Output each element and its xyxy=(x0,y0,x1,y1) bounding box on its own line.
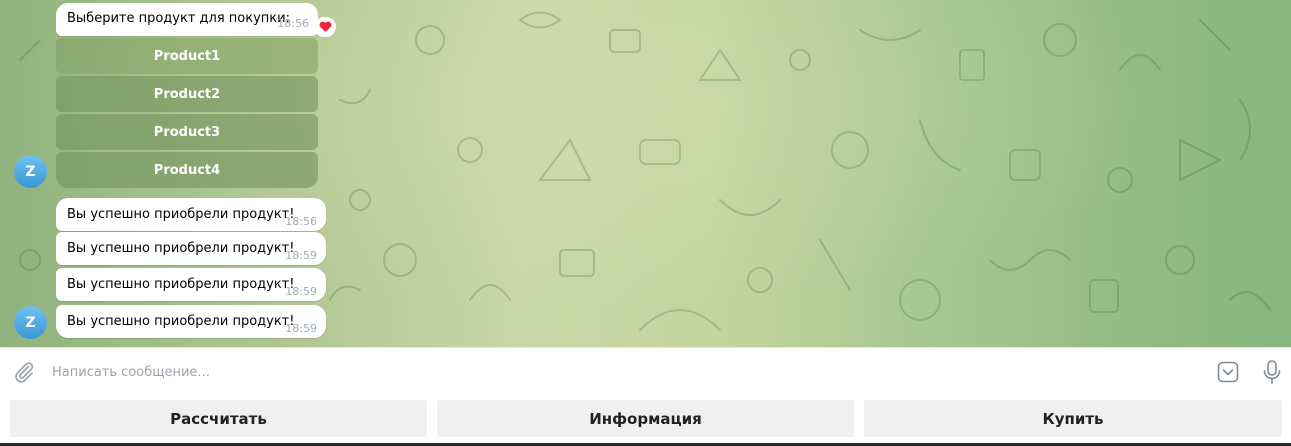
keyboard-button-info[interactable]: Информация xyxy=(437,400,854,437)
message-input[interactable] xyxy=(50,358,1194,386)
keyboard-button-buy[interactable]: Купить xyxy=(864,400,1282,437)
inline-button-product2[interactable]: Product2 xyxy=(56,76,318,112)
heart-icon xyxy=(319,21,331,32)
avatar[interactable]: Z xyxy=(14,155,47,188)
message-bubble: Вы успешно приобрели продукт! 18:59 xyxy=(56,305,326,338)
inline-button-product1[interactable]: Product1 xyxy=(56,38,318,74)
message-bubble: Вы успешно приобрели продукт! 18:56 xyxy=(56,198,326,231)
message-text: Вы успешно приобрели продукт! xyxy=(67,314,295,329)
message-bubble: Вы успешно приобрели продукт! 18:59 xyxy=(56,268,326,301)
chat-area: Выберите продукт для покупки: 18:56 Prod… xyxy=(0,0,1291,347)
message-text: Вы успешно приобрели продукт! xyxy=(67,207,295,222)
message-time: 18:59 xyxy=(285,249,317,262)
microphone-icon[interactable] xyxy=(1260,359,1284,385)
keyboard-toggle-icon[interactable] xyxy=(1216,360,1240,384)
message-composer xyxy=(0,347,1291,394)
inline-button-product4[interactable]: Product4 xyxy=(56,152,318,188)
reply-keyboard: Рассчитать Информация Купить xyxy=(0,394,1291,446)
message-text: Вы успешно приобрели продукт! xyxy=(67,277,295,292)
message-time: 18:56 xyxy=(277,17,309,30)
keyboard-button-calculate[interactable]: Рассчитать xyxy=(10,400,427,437)
message-text: Вы успешно приобрели продукт! xyxy=(67,241,295,256)
message-bubble: Выберите продукт для покупки: 18:56 xyxy=(56,3,318,36)
message-bubble: Вы успешно приобрели продукт! 18:59 xyxy=(56,232,326,265)
message-time: 18:56 xyxy=(285,215,317,228)
message-text: Выберите продукт для покупки: xyxy=(67,11,290,26)
inline-button-product3[interactable]: Product3 xyxy=(56,114,318,150)
message-time: 18:59 xyxy=(285,322,317,335)
message-time: 18:59 xyxy=(285,285,317,298)
avatar[interactable]: Z xyxy=(14,306,47,339)
paperclip-icon[interactable] xyxy=(12,360,36,384)
reaction-badge[interactable] xyxy=(314,17,336,37)
